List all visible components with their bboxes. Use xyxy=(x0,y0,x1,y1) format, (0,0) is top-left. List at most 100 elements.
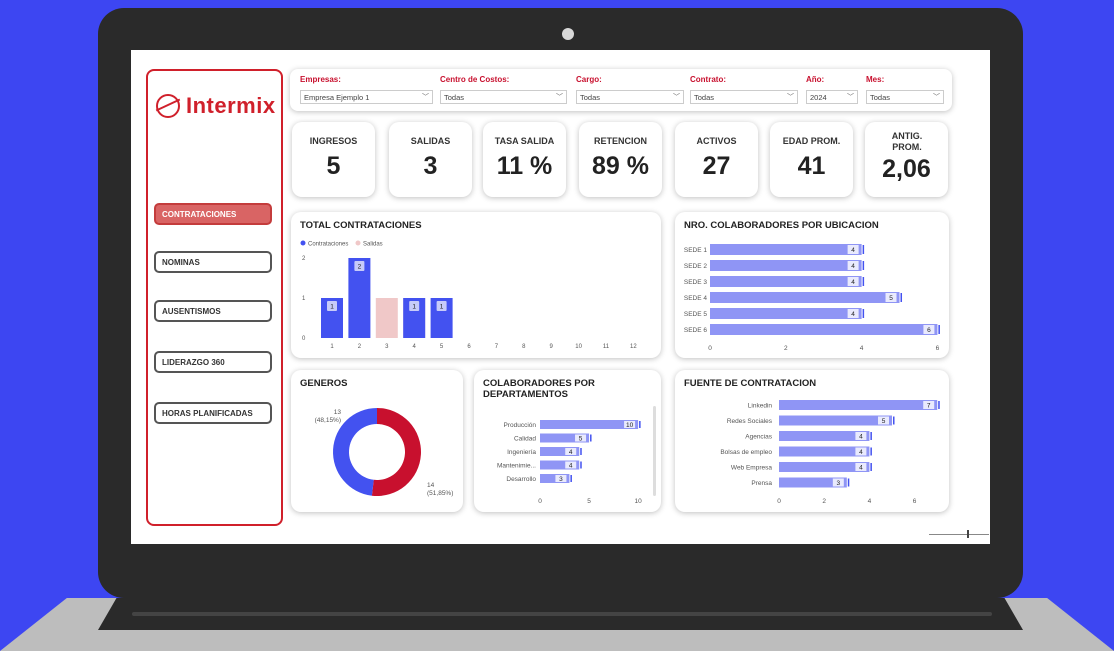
category-label: Linkedin xyxy=(748,403,773,410)
x-tick-label: 4 xyxy=(413,344,417,350)
category-label: SEDE 1 xyxy=(684,247,708,254)
category-label: SEDE 5 xyxy=(684,311,708,318)
nav-liderazgo-button[interactable]: LIDERAZGO 360 xyxy=(154,351,272,373)
bar xyxy=(710,276,862,287)
chart-generos: 13(48,15%) 14(51,85%) xyxy=(315,408,453,497)
data-label: 4 xyxy=(851,279,855,286)
nav-horas-planificadas-button[interactable]: HORAS PLANIFICADAS xyxy=(154,402,272,424)
chart-colaboradores-ubicacion: SEDE 1 4 SEDE 2 4 SEDE 3 4 SEDE 4 5 SEDE 5 4 SEDE … xyxy=(684,244,940,352)
legend-label-contrataciones: Contrataciones xyxy=(308,242,348,248)
data-label: 10 xyxy=(626,422,634,429)
data-label: 4 xyxy=(851,263,855,270)
bar-end-marker xyxy=(862,261,865,270)
chevron-down-icon: ﹀ xyxy=(933,94,940,101)
contrato-select[interactable]: Todas ﹀ xyxy=(690,90,798,104)
bar xyxy=(710,244,862,255)
kpi-retencion: RETENCION 89 % xyxy=(579,122,662,197)
x-tick-label: 2 xyxy=(358,344,362,350)
mes-select[interactable]: Todas ﹀ xyxy=(866,90,944,104)
x-tick-label: 6 xyxy=(913,498,917,505)
kpi-value: 89 % xyxy=(592,152,649,180)
filter-label: Contrato: xyxy=(690,75,726,84)
centro-costos-select[interactable]: Todas ﹀ xyxy=(440,90,567,104)
x-tick-label: 2 xyxy=(822,498,826,505)
slice-label-13: 13 xyxy=(334,409,342,416)
zoom-slider[interactable] xyxy=(929,534,989,535)
data-label: 1 xyxy=(412,304,416,311)
zoom-slider-handle[interactable] xyxy=(967,530,969,538)
y-tick-label: 1 xyxy=(302,296,306,302)
bar-end-marker xyxy=(938,325,940,334)
scrollbar[interactable] xyxy=(653,406,656,496)
bar xyxy=(540,420,639,429)
bar-end-marker xyxy=(639,421,641,428)
filter-label: Año: xyxy=(806,75,825,84)
slice-pct-13: (48,15%) xyxy=(315,417,341,424)
empresas-select[interactable]: Empresa Ejemplo 1 ﹀ xyxy=(300,90,433,104)
bar-end-marker xyxy=(580,461,582,469)
kpi-value: 11 % xyxy=(496,152,553,180)
x-tick-label: 12 xyxy=(630,344,637,350)
bar-end-marker xyxy=(893,416,895,425)
kpi-label: INGRESOS xyxy=(309,136,358,146)
slice-pct-14: (51,85%) xyxy=(427,490,453,497)
x-tick-label: 2 xyxy=(784,345,788,352)
slice-label-14: 14 xyxy=(427,482,435,489)
x-tick-label: 0 xyxy=(708,345,712,352)
kpi-value: 3 xyxy=(423,152,438,180)
logo-text: Intermix xyxy=(186,93,276,118)
data-label: 4 xyxy=(569,463,573,470)
category-label: Mantenimie... xyxy=(497,463,536,470)
bar-end-marker xyxy=(862,245,865,254)
panel-departamentos: COLABORADORES POR DEPARTAMENTOS Producci… xyxy=(474,370,661,512)
category-label: SEDE 4 xyxy=(684,295,708,302)
bar-end-marker xyxy=(870,432,872,440)
panel-generos: GENEROS 13 (48,15%) 14 (51,85%) xyxy=(291,370,463,512)
nav-ausentismos-button[interactable]: AUSENTISMOS xyxy=(154,300,272,322)
category-label: Web Empresa xyxy=(731,465,772,472)
category-label: Prensa xyxy=(751,480,772,487)
bar-end-marker xyxy=(870,463,872,471)
nav-contrataciones-button[interactable]: CONTRATACIONES xyxy=(154,203,272,225)
cargo-select[interactable]: Todas ﹀ xyxy=(576,90,684,104)
dashboard-screen: Intermix CONTRATACIONES NOMINAS AUSENTIS… xyxy=(131,50,990,544)
category-label: Bolsas de empleo xyxy=(720,449,772,456)
filter-label: Mes: xyxy=(866,75,885,84)
nav-nominas-button[interactable]: NOMINAS xyxy=(154,251,272,273)
category-label: Redes Sociales xyxy=(727,418,773,425)
bar-end-marker xyxy=(847,478,850,487)
x-tick-label: 10 xyxy=(575,344,582,350)
data-label: 1 xyxy=(330,304,334,311)
filter-contrato: Contrato: Todas ﹀ xyxy=(690,75,798,104)
kpi-value: 2,06 xyxy=(882,155,931,183)
legend-marker-salidas xyxy=(355,240,361,246)
chevron-down-icon: ﹀ xyxy=(847,94,854,101)
anio-select[interactable]: 2024 ﹀ xyxy=(806,90,858,104)
x-tick-label: 3 xyxy=(385,344,389,350)
kpi-value: 41 xyxy=(797,152,826,180)
filter-label: Cargo: xyxy=(576,75,602,84)
kpi-label: RETENCION xyxy=(593,136,647,146)
data-label: 3 xyxy=(559,476,563,483)
chevron-down-icon: ﹀ xyxy=(787,94,794,101)
category-label: SEDE 2 xyxy=(684,263,708,270)
chart-fuente-contratacion: Linkedin 7 Redes Sociales 5 Agencias 4 Bolsas … xyxy=(720,400,940,505)
x-tick-label: 8 xyxy=(522,344,526,350)
panel-ubicacion: NRO. COLABORADORES POR UBICACION SEDE 14… xyxy=(675,212,949,358)
select-value: Todas xyxy=(444,92,465,102)
select-value: Empresa Ejemplo 1 xyxy=(304,92,370,102)
filter-cargo: Cargo: Todas ﹀ xyxy=(576,75,684,104)
x-tick-label: 5 xyxy=(440,344,444,350)
kpi-label: SALIDAS xyxy=(410,136,451,146)
x-tick-label: 11 xyxy=(603,344,610,350)
chart-total-contrataciones: Contrataciones Salidas01211223 41516 7 8 9 10 1… xyxy=(300,240,637,350)
category-label: Desarrollo xyxy=(506,476,536,483)
category-label: Ingeniería xyxy=(507,449,536,456)
kpi-salidas: SALIDAS 3 xyxy=(389,122,472,197)
filter-centro-costos: Centro de Costos: Todas ﹀ xyxy=(440,75,567,104)
kpi-activos: ACTIVOS 27 xyxy=(675,122,758,197)
data-label: 2 xyxy=(358,264,362,271)
data-label: 4 xyxy=(851,247,855,254)
data-label: 6 xyxy=(927,327,931,334)
chevron-down-icon: ﹀ xyxy=(556,94,563,101)
